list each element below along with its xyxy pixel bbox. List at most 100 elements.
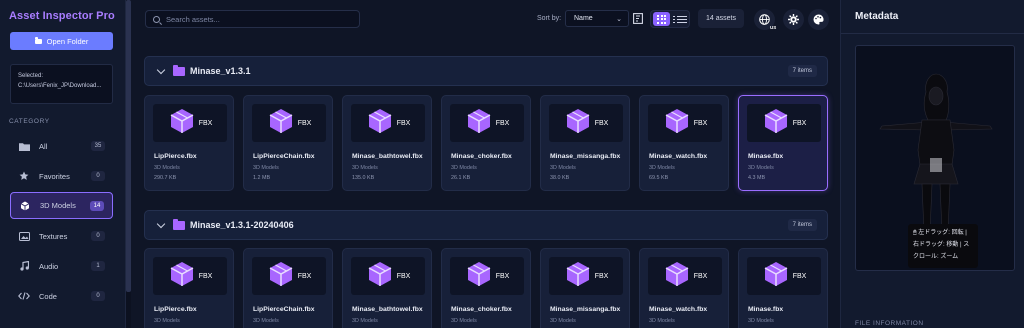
sidebar: Asset Inspector Pro Open Folder Selected… xyxy=(0,0,126,328)
asset-card[interactable]: FBX Minase_choker.fbx 3D Models 26.1 KB xyxy=(441,95,531,191)
asset-card[interactable]: FBX Minase.fbx 3D Models xyxy=(738,248,828,328)
toolbar: Search assets... Sort by: Name ⌄ 14 asse… xyxy=(131,0,840,38)
hint-line: クロール: ズーム xyxy=(913,254,959,260)
sort-value: Name xyxy=(574,15,593,22)
asset-name: LipPierceChain.fbx xyxy=(253,153,315,160)
cube-icon xyxy=(762,107,790,140)
language-code: US xyxy=(770,25,777,30)
category-label: Code xyxy=(39,291,57,301)
model-preview-viewport[interactable]: 🖱 左ドラッグ: 回転 | 右ドラッグ: 移動 | ス クロール: ズーム xyxy=(855,45,1015,271)
cube-icon xyxy=(564,107,592,140)
asset-type: 3D Models xyxy=(352,165,378,171)
asset-card[interactable]: FBX LipPierceChain.fbx 3D Models 1.2 MB xyxy=(243,95,333,191)
file-information-heading: FILE INFORMATION xyxy=(855,320,924,327)
asset-thumbnail: FBX xyxy=(450,257,524,295)
chevron-down-icon xyxy=(156,219,166,228)
sort-select[interactable]: Name ⌄ xyxy=(565,10,629,27)
palette-icon xyxy=(813,14,824,25)
category-label: Textures xyxy=(39,231,68,241)
category-favorites[interactable]: Favorites 0 xyxy=(10,164,113,188)
star-icon xyxy=(18,171,30,181)
category-label: Favorites xyxy=(39,171,70,181)
sort-order-button[interactable] xyxy=(632,11,643,25)
asset-card[interactable]: FBX Minase_missanga.fbx 3D Models xyxy=(540,248,630,328)
asset-size: 69.5 KB xyxy=(649,175,669,181)
image-icon xyxy=(18,231,30,241)
folder-header[interactable]: Minase_v1.3.1-20240406 7 items xyxy=(144,210,828,240)
asset-card[interactable]: FBX Minase_bathtowel.fbx 3D Models 135.0 KB xyxy=(342,95,432,191)
list-view-button[interactable] xyxy=(673,14,687,24)
asset-thumbnail: FBX xyxy=(549,257,623,295)
asset-size: 290.7 KB xyxy=(154,175,177,181)
asset-name: Minase_choker.fbx xyxy=(451,306,512,313)
asset-thumbnail: FBX xyxy=(153,257,227,295)
asset-name: Minase.fbx xyxy=(748,153,784,160)
code-icon xyxy=(18,291,30,301)
folder-name: Minase_v1.3.1 xyxy=(190,66,251,76)
file-type-badge: FBX xyxy=(693,119,708,127)
folder-icon xyxy=(173,218,185,230)
folder-icon xyxy=(18,141,30,151)
asset-name: Minase_choker.fbx xyxy=(451,153,512,160)
asset-card[interactable]: FBX Minase_missanga.fbx 3D Models 38.0 KB xyxy=(540,95,630,191)
category-code[interactable]: Code 0 xyxy=(10,284,113,308)
asset-name: LipPierce.fbx xyxy=(154,306,197,313)
category-textures[interactable]: Textures 0 xyxy=(10,224,113,248)
file-type-badge: FBX xyxy=(198,119,213,127)
search-input[interactable]: Search assets... xyxy=(145,10,360,28)
asset-name: Minase.fbx xyxy=(748,306,784,313)
grid-view-button[interactable] xyxy=(653,12,670,26)
controls-hint: 🖱 左ドラッグ: 回転 | 右ドラッグ: 移動 | ス クロール: ズーム xyxy=(908,224,978,268)
cube-icon xyxy=(267,260,295,293)
category-3d-models[interactable]: 3D Models 14 xyxy=(10,192,113,219)
view-toggle xyxy=(650,10,690,28)
asset-type: 3D Models xyxy=(550,165,576,171)
file-type-badge: FBX xyxy=(693,272,708,280)
folder-item-count: 7 items xyxy=(787,65,817,77)
asset-thumbnail: FBX xyxy=(252,257,326,295)
metadata-panel: Metadata 🖱 左ドラッグ: 回転 | 右ドラッグ: 移動 | ス クロー… xyxy=(840,0,1024,328)
file-type-badge: FBX xyxy=(396,272,411,280)
folder-icon xyxy=(34,37,42,44)
asset-card[interactable]: FBX Minase_bathtowel.fbx 3D Models xyxy=(342,248,432,328)
asset-card[interactable]: FBX Minase_watch.fbx 3D Models xyxy=(639,248,729,328)
asset-card[interactable]: FBX LipPierce.fbx 3D Models 290.7 KB xyxy=(144,95,234,191)
cube-icon xyxy=(168,107,196,140)
chevron-down-icon: ⌄ xyxy=(616,15,622,23)
settings-button[interactable] xyxy=(783,9,804,30)
category-count: 0 xyxy=(91,171,105,181)
asset-size: 135.0 KB xyxy=(352,175,375,181)
assets-count-badge: 14 assets xyxy=(698,9,744,28)
cube-icon xyxy=(366,107,394,140)
asset-name: Minase_missanga.fbx xyxy=(550,153,621,160)
selected-path: C:\Users\Fenix_JP\Download... xyxy=(18,83,102,89)
theme-button[interactable] xyxy=(808,9,829,30)
asset-thumbnail: FBX xyxy=(648,104,722,142)
open-folder-button[interactable]: Open Folder xyxy=(10,32,113,50)
asset-card[interactable]: FBX Minase_watch.fbx 3D Models 69.5 KB xyxy=(639,95,729,191)
sort-label: Sort by: xyxy=(537,15,562,22)
file-type-badge: FBX xyxy=(396,119,411,127)
category-audio[interactable]: Audio 1 xyxy=(10,254,113,278)
cube-icon xyxy=(465,260,493,293)
asset-browser: Minase_v1.3.1 7 items FBX LipPierce.fbx 3D… xyxy=(131,38,840,328)
cube-icon xyxy=(564,260,592,293)
asset-thumbnail: FBX xyxy=(549,104,623,142)
file-type-badge: FBX xyxy=(792,272,807,280)
cube-icon xyxy=(19,201,31,211)
asset-card[interactable]: FBX LipPierceChain.fbx 3D Models xyxy=(243,248,333,328)
asset-card[interactable]: FBX LipPierce.fbx 3D Models xyxy=(144,248,234,328)
asset-thumbnail: FBX xyxy=(153,104,227,142)
asset-name: Minase_watch.fbx xyxy=(649,306,708,313)
search-placeholder: Search assets... xyxy=(166,14,220,24)
category-all[interactable]: All 35 xyxy=(10,134,113,158)
asset-card[interactable]: FBX Minase_choker.fbx 3D Models xyxy=(441,248,531,328)
asset-card[interactable]: FBX Minase.fbx 3D Models 4.3 MB xyxy=(738,95,828,191)
cube-icon xyxy=(465,107,493,140)
folder-name: Minase_v1.3.1-20240406 xyxy=(190,220,294,230)
selected-label: Selected: xyxy=(18,73,44,79)
folder-header[interactable]: Minase_v1.3.1 7 items xyxy=(144,56,828,86)
asset-name: LipPierceChain.fbx xyxy=(253,306,315,313)
open-folder-label: Open Folder xyxy=(46,36,89,46)
asset-name: Minase_missanga.fbx xyxy=(550,306,621,313)
